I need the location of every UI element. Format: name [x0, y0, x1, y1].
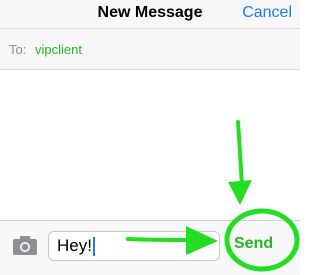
message-text: Hey!: [57, 236, 92, 255]
new-message-screen: New Message Cancel To: vipclient Hey! Se…: [0, 0, 300, 275]
navigation-bar: New Message Cancel: [0, 0, 300, 28]
compose-bar: Hey! Send: [0, 220, 300, 275]
camera-icon[interactable]: [10, 234, 40, 256]
cancel-button[interactable]: Cancel: [242, 4, 292, 22]
message-input[interactable]: Hey!: [48, 231, 220, 261]
recipient-field[interactable]: To: vipclient: [0, 28, 300, 70]
to-label: To:: [9, 42, 27, 57]
conversation-area: [0, 70, 300, 220]
text-cursor: [92, 237, 95, 257]
recipient-name[interactable]: vipclient: [35, 42, 82, 57]
send-button[interactable]: Send: [234, 235, 273, 253]
